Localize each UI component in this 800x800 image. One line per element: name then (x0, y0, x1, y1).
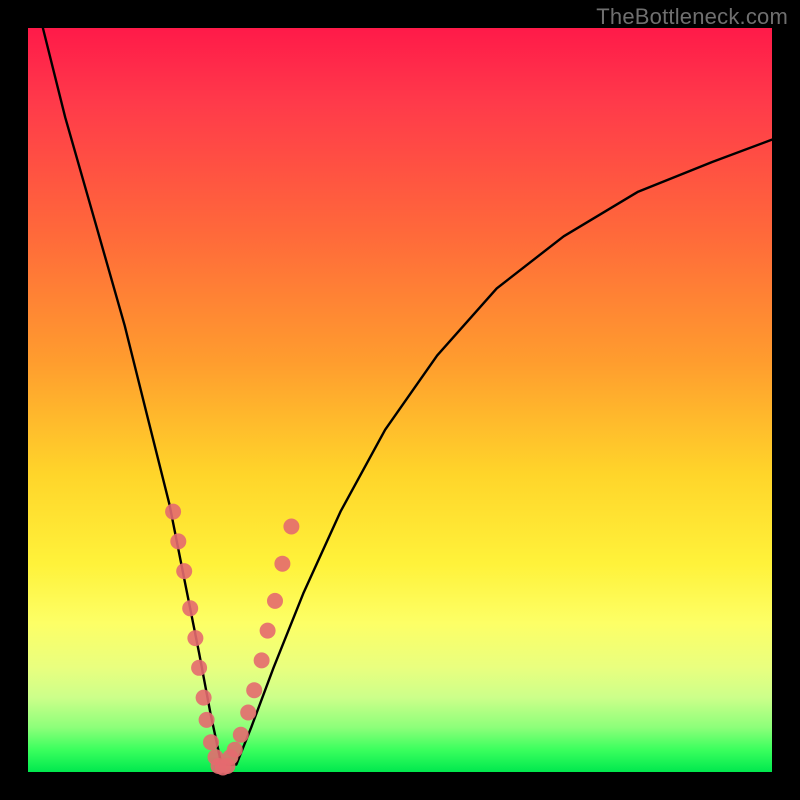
data-marker (182, 600, 198, 616)
marker-group (165, 504, 299, 776)
data-marker (219, 758, 235, 774)
data-marker (165, 504, 181, 520)
data-marker (170, 533, 186, 549)
chart-frame: TheBottleneck.com (0, 0, 800, 800)
bottleneck-curve (43, 28, 772, 765)
data-marker (187, 630, 203, 646)
data-marker (176, 563, 192, 579)
data-marker (267, 593, 283, 609)
data-marker (240, 705, 256, 721)
data-marker (191, 660, 207, 676)
data-marker (227, 742, 243, 758)
data-marker (254, 652, 270, 668)
data-marker (199, 712, 215, 728)
curve-svg (28, 28, 772, 772)
data-marker (283, 519, 299, 535)
data-marker (246, 682, 262, 698)
data-marker (260, 623, 276, 639)
data-marker (196, 690, 212, 706)
data-marker (233, 727, 249, 743)
plot-area (28, 28, 772, 772)
data-marker (274, 556, 290, 572)
watermark-text: TheBottleneck.com (596, 4, 788, 30)
data-marker (203, 734, 219, 750)
